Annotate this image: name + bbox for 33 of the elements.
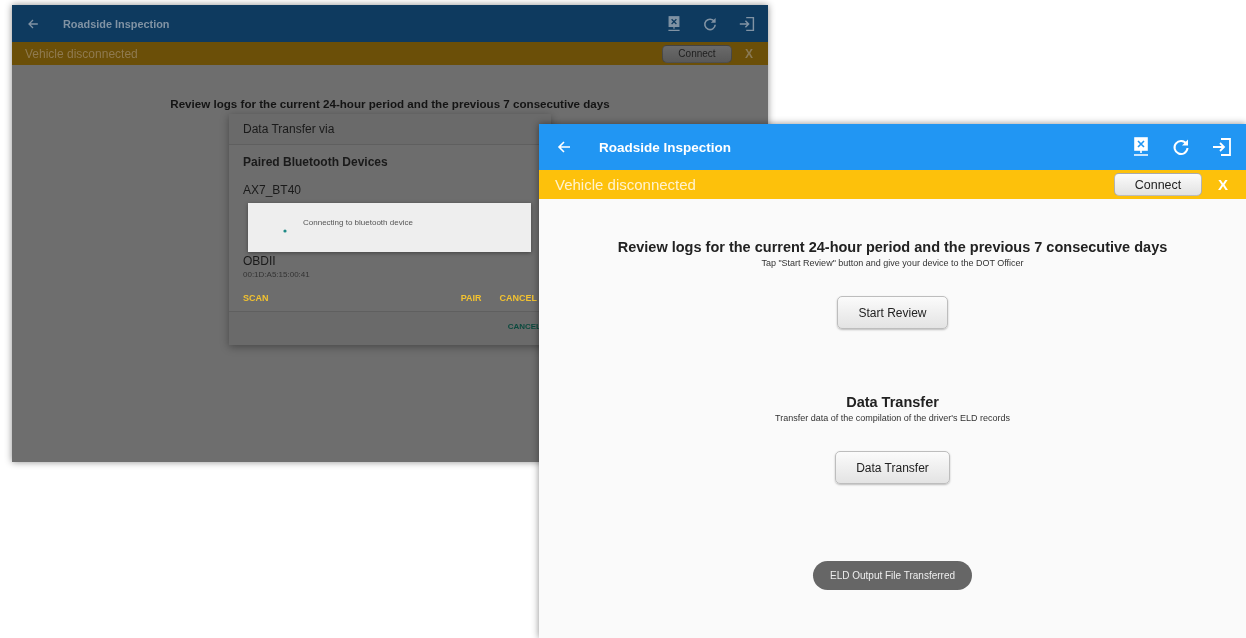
logout-icon[interactable] bbox=[1212, 137, 1232, 157]
section-description: Tap "Start Review" button and give your device to the DOT Officer bbox=[761, 258, 1024, 268]
device-name[interactable]: AX7_BT40 bbox=[243, 183, 537, 197]
toolbar-title: Roadside Inspection bbox=[63, 17, 170, 30]
refresh-icon[interactable] bbox=[1172, 138, 1190, 156]
section-heading: Review logs for the current 24-hour period and the previous 7 consecutive days bbox=[170, 97, 610, 110]
section-heading: Review logs for the current 24-hour period and the previous 7 consecutive days bbox=[617, 239, 1168, 255]
cancel-button[interactable]: CANCEL bbox=[507, 322, 541, 331]
dialog-subtitle: Paired Bluetooth Devices bbox=[243, 155, 389, 169]
logout-icon[interactable] bbox=[739, 15, 755, 32]
disconnected-device-icon[interactable] bbox=[1132, 137, 1150, 157]
connect-button[interactable]: Connect bbox=[1114, 173, 1202, 196]
section-heading: Data Transfer bbox=[846, 394, 939, 410]
dialog-action-button[interactable]: SCAN bbox=[243, 293, 269, 303]
disconnected-device-icon[interactable] bbox=[666, 15, 682, 32]
device-name[interactable]: OBDII bbox=[243, 254, 537, 268]
dialog-title: Data Transfer via bbox=[242, 121, 336, 138]
banner-message: Vehicle disconnected bbox=[555, 176, 696, 193]
connect-button[interactable]: Connect bbox=[662, 44, 732, 63]
action-button[interactable]: Data Transfer bbox=[835, 451, 950, 484]
close-button[interactable]: X bbox=[743, 46, 755, 61]
banner-message: Vehicle disconnected bbox=[25, 46, 138, 61]
toolbar-title: Roadside Inspection bbox=[599, 139, 732, 155]
section-description: Transfer data of the compilation of the driver's ELD records bbox=[775, 413, 1010, 423]
progress-message: Connecting to bluetooth device bbox=[303, 218, 413, 227]
back-arrow-icon[interactable] bbox=[27, 17, 39, 30]
toast-message: ELD Output File Transferred bbox=[812, 561, 973, 590]
dialog-action-button[interactable]: CANCEL bbox=[499, 293, 537, 303]
action-button[interactable]: Start Review bbox=[837, 296, 948, 329]
refresh-icon[interactable] bbox=[702, 16, 718, 31]
spinner-icon bbox=[283, 228, 287, 233]
close-button[interactable]: X bbox=[1216, 176, 1230, 193]
dialog-action-button[interactable]: PAIR bbox=[460, 293, 482, 303]
